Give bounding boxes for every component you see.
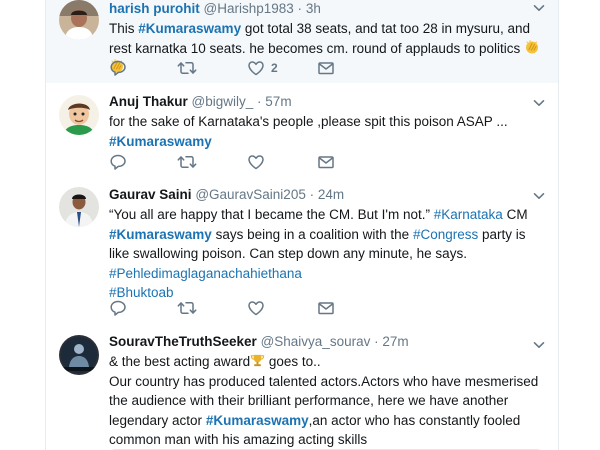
retweet-button[interactable]: [177, 153, 197, 171]
heart-icon: [247, 153, 265, 171]
like-button[interactable]: [247, 153, 265, 171]
retweet-button[interactable]: [177, 299, 197, 317]
user-handle[interactable]: @bigwily_: [192, 94, 254, 109]
user-handle[interactable]: @GauravSaini205: [195, 187, 306, 202]
reply-button[interactable]: [109, 153, 127, 171]
hashtag-kumaraswamy[interactable]: #Kumaraswamy: [109, 227, 212, 242]
tweet-text: “You all are happy that I became the CM.…: [109, 207, 528, 300]
chevron-down-icon[interactable]: [533, 97, 545, 109]
user-handle[interactable]: @Shaivya_sourav: [261, 334, 371, 349]
heart-icon: [247, 59, 265, 77]
hashtag-congress[interactable]: #Congress: [413, 227, 478, 242]
like-button[interactable]: [247, 299, 265, 317]
timestamp[interactable]: 24m: [318, 187, 344, 202]
envelope-icon: [317, 299, 335, 317]
chevron-down-icon[interactable]: [533, 2, 545, 14]
avatar[interactable]: [59, 187, 99, 227]
envelope-icon: [317, 59, 335, 77]
timestamp[interactable]: 57m: [265, 94, 291, 109]
heart-icon: [247, 299, 265, 317]
separator: ·: [374, 334, 379, 349]
separator: ·: [257, 94, 262, 109]
tweet-text: for the sake of Karnataka's people ,plea…: [109, 114, 508, 149]
clapping-hands-icon: [524, 39, 540, 55]
reply-icon: [109, 299, 127, 317]
tweet-header: Gaurav Saini @GauravSaini205 · 24m: [109, 186, 541, 204]
timestamp[interactable]: 3h: [306, 1, 321, 16]
tweet-gaurav-saini[interactable]: Gaurav Saini @GauravSaini205 · 24m “You …: [46, 178, 558, 324]
trophy-icon: [250, 354, 265, 367]
avatar[interactable]: [59, 335, 99, 375]
retweet-icon: [177, 299, 197, 317]
like-count: 2: [271, 61, 278, 75]
tweet-header: Anuj Thakur @bigwily_ · 57m: [109, 93, 541, 111]
hashtag-kumaraswamy[interactable]: #Kumaraswamy: [109, 134, 212, 149]
tweet-harish-purohit[interactable]: harish purohit @Harishp1983 · 3h This #K…: [46, 0, 558, 84]
avatar[interactable]: [59, 95, 99, 135]
avatar[interactable]: [59, 0, 99, 40]
chevron-down-icon[interactable]: [533, 339, 545, 351]
tweet-text: & the best acting award goes to.. Our cou…: [109, 354, 539, 447]
hashtag-kumaraswamy[interactable]: #Kumaraswamy: [206, 413, 309, 428]
display-name[interactable]: Gaurav Saini: [109, 187, 192, 202]
tweet-anuj-thakur[interactable]: Anuj Thakur @bigwily_ · 57m for the sake…: [46, 83, 558, 179]
reply-button[interactable]: [109, 299, 127, 317]
timeline: harish purohit @Harishp1983 · 3h This #K…: [45, 0, 559, 450]
reply-icon: [109, 153, 127, 171]
retweet-icon: [177, 153, 197, 171]
reply-icon: [109, 59, 127, 77]
tweet-header: harish purohit @Harishp1983 · 3h: [109, 0, 541, 18]
hashtag-karnataka[interactable]: #Karnataka: [434, 207, 503, 222]
direct-message-button[interactable]: [317, 153, 335, 171]
display-name[interactable]: SouravTheTruthSeeker: [109, 334, 257, 349]
chevron-down-icon[interactable]: [533, 190, 545, 202]
display-name[interactable]: harish purohit: [109, 1, 200, 16]
separator: ·: [297, 1, 303, 16]
reply-button[interactable]: [109, 59, 127, 77]
timestamp[interactable]: 27m: [382, 334, 408, 349]
like-button[interactable]: 2: [247, 59, 278, 77]
direct-message-button[interactable]: [317, 299, 335, 317]
user-handle[interactable]: @Harishp1983: [204, 1, 294, 16]
hashtag-bhuktoab[interactable]: #Bhuktoab: [109, 285, 174, 300]
display-name[interactable]: Anuj Thakur: [109, 94, 188, 109]
separator: ·: [309, 187, 315, 202]
hashtag-pehledimaglaganachahiethana[interactable]: #Pehledimaglaganachahiethana: [109, 266, 302, 281]
hashtag-kumaraswamy[interactable]: #Kumaraswamy: [138, 21, 241, 36]
retweet-icon: [177, 59, 197, 77]
retweet-button[interactable]: [177, 59, 197, 77]
tweet-sourav-the-truth-seeker[interactable]: SouravTheTruthSeeker @Shaivya_sourav · 2…: [46, 323, 558, 450]
envelope-icon: [317, 153, 335, 171]
tweet-header: SouravTheTruthSeeker @Shaivya_sourav · 2…: [109, 333, 541, 351]
direct-message-button[interactable]: [317, 59, 335, 77]
